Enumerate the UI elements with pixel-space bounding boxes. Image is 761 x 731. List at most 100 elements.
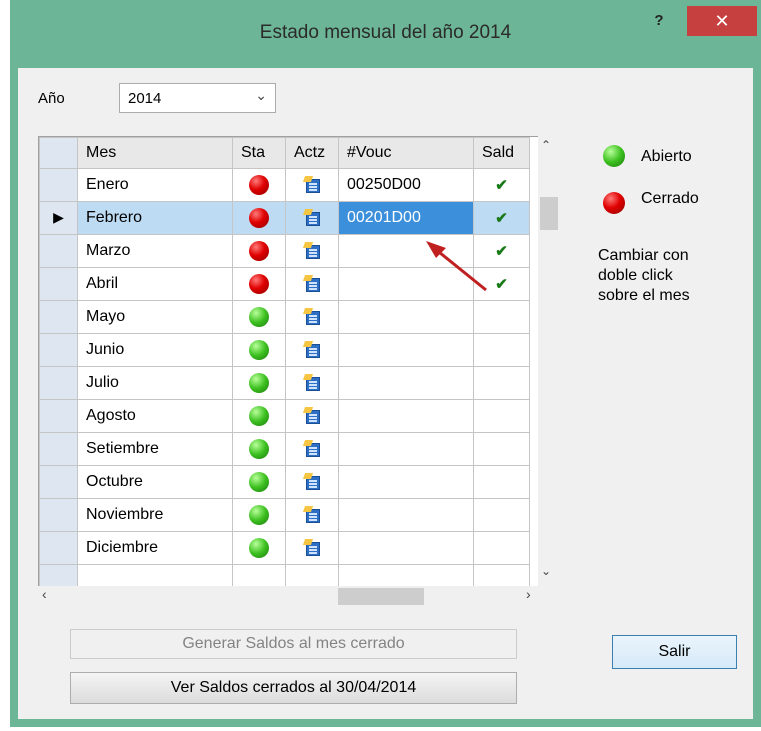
check-icon: ✔ [495, 176, 508, 194]
year-select[interactable]: 2014 ⌄ [119, 83, 276, 113]
saldo-cell [473, 399, 530, 433]
table-row[interactable]: Diciembre [39, 531, 530, 565]
row-header[interactable] [39, 333, 78, 367]
status-dot-icon [249, 439, 269, 459]
row-header[interactable] [39, 300, 78, 334]
table-row[interactable]: Agosto [39, 399, 530, 433]
table-row[interactable]: Setiembre [39, 432, 530, 466]
update-cell[interactable] [285, 366, 339, 400]
update-cell[interactable] [285, 234, 339, 268]
status-cell[interactable] [232, 168, 286, 202]
chevron-down-icon: ⌄ [255, 87, 267, 103]
horizontal-scrollbar[interactable]: ‹ › [38, 586, 558, 606]
month-cell[interactable]: Setiembre [77, 432, 233, 466]
month-cell[interactable]: Noviembre [77, 498, 233, 532]
month-cell[interactable]: Julio [77, 366, 233, 400]
status-cell[interactable] [232, 234, 286, 268]
month-cell[interactable]: Agosto [77, 399, 233, 433]
column-header-mes[interactable]: Mes [77, 137, 233, 169]
column-header-vouc[interactable]: #Vouc [338, 137, 474, 169]
column-header-actz[interactable]: Actz [285, 137, 339, 169]
row-header[interactable] [39, 267, 78, 301]
scroll-down-icon[interactable]: ⌄ [541, 564, 551, 578]
help-button[interactable]: ? [642, 10, 676, 34]
month-cell[interactable]: Enero [77, 168, 233, 202]
row-header[interactable] [39, 498, 78, 532]
row-header[interactable] [39, 432, 78, 466]
month-cell[interactable]: Octubre [77, 465, 233, 499]
table-row[interactable]: Mayo [39, 300, 530, 334]
update-cell[interactable] [285, 201, 339, 235]
generate-balances-button[interactable]: Generar Saldos al mes cerrado [70, 629, 517, 659]
update-cell[interactable] [285, 498, 339, 532]
month-cell[interactable]: Diciembre [77, 531, 233, 565]
update-cell[interactable] [285, 399, 339, 433]
status-cell[interactable] [232, 399, 286, 433]
table-row[interactable]: Octubre [39, 465, 530, 499]
month-cell[interactable]: Marzo [77, 234, 233, 268]
update-cell[interactable] [285, 531, 339, 565]
voucher-cell[interactable] [338, 432, 474, 466]
hint-line: sobre el mes [598, 287, 690, 304]
exit-button[interactable]: Salir [612, 635, 737, 669]
voucher-cell[interactable] [338, 399, 474, 433]
column-header-sta[interactable]: Sta [232, 137, 286, 169]
column-header-sald[interactable]: Sald [473, 137, 530, 169]
voucher-cell[interactable] [338, 531, 474, 565]
voucher-cell[interactable] [338, 465, 474, 499]
close-button[interactable]: ✕ [687, 6, 757, 36]
row-header[interactable]: ▶ [39, 201, 78, 235]
saldo-cell: ✔ [473, 168, 530, 202]
table-row[interactable]: Enero 00250D00 ✔ [39, 168, 530, 202]
update-cell[interactable] [285, 432, 339, 466]
status-cell[interactable] [232, 366, 286, 400]
month-cell[interactable]: Mayo [77, 300, 233, 334]
status-dot-icon [249, 472, 269, 492]
scroll-right-icon[interactable]: › [526, 586, 531, 602]
update-cell[interactable] [285, 300, 339, 334]
update-cell[interactable] [285, 168, 339, 202]
row-header[interactable] [39, 366, 78, 400]
status-cell[interactable] [232, 531, 286, 565]
scroll-up-icon[interactable]: ⌃ [541, 138, 551, 152]
update-cell[interactable] [285, 465, 339, 499]
vertical-scroll-thumb[interactable] [540, 197, 558, 230]
table-row[interactable]: Julio [39, 366, 530, 400]
view-closed-balances-button[interactable]: Ver Saldos cerrados al 30/04/2014 [70, 672, 517, 704]
header-row: Mes Sta Actz #Vouc Sald [39, 137, 530, 169]
voucher-cell[interactable]: 00250D00 [338, 168, 474, 202]
status-cell[interactable] [232, 432, 286, 466]
month-cell[interactable]: Febrero [77, 201, 233, 235]
voucher-cell[interactable] [338, 333, 474, 367]
voucher-cell[interactable] [338, 498, 474, 532]
saldo-cell [473, 531, 530, 565]
status-dot-icon [249, 538, 269, 558]
table-row[interactable]: Junio [39, 333, 530, 367]
status-cell[interactable] [232, 201, 286, 235]
legend-closed-dot-icon [603, 192, 625, 214]
status-cell[interactable] [232, 333, 286, 367]
legend-closed-label: Cerrado [641, 190, 699, 207]
row-header[interactable] [39, 465, 78, 499]
month-cell[interactable]: Abril [77, 267, 233, 301]
months-table: Mes Sta Actz #Vouc Sald Enero 00250D00 ✔ ▶ F… [39, 137, 530, 598]
status-cell[interactable] [232, 300, 286, 334]
vertical-scrollbar[interactable]: ⌃ ⌄ [538, 136, 559, 586]
update-document-icon [302, 539, 321, 557]
status-cell[interactable] [232, 498, 286, 532]
status-cell[interactable] [232, 267, 286, 301]
row-header[interactable] [39, 234, 78, 268]
horizontal-scroll-thumb[interactable] [338, 588, 424, 605]
voucher-cell[interactable] [338, 366, 474, 400]
update-cell[interactable] [285, 333, 339, 367]
scroll-left-icon[interactable]: ‹ [42, 586, 47, 602]
status-cell[interactable] [232, 465, 286, 499]
table-row[interactable]: Noviembre [39, 498, 530, 532]
row-header[interactable] [39, 168, 78, 202]
row-header[interactable] [39, 531, 78, 565]
month-cell[interactable]: Junio [77, 333, 233, 367]
row-header[interactable] [39, 399, 78, 433]
update-cell[interactable] [285, 267, 339, 301]
title-bar: Estado mensual del año 2014 ? ✕ [10, 0, 761, 68]
voucher-cell[interactable] [338, 300, 474, 334]
